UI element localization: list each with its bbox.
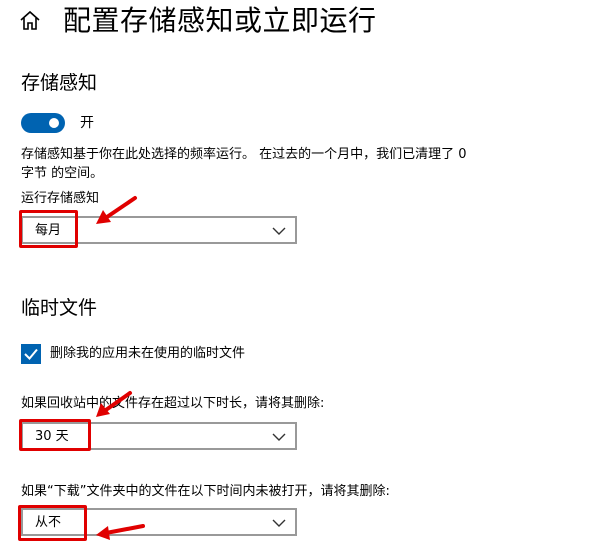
annotation-arrow [96, 524, 145, 540]
